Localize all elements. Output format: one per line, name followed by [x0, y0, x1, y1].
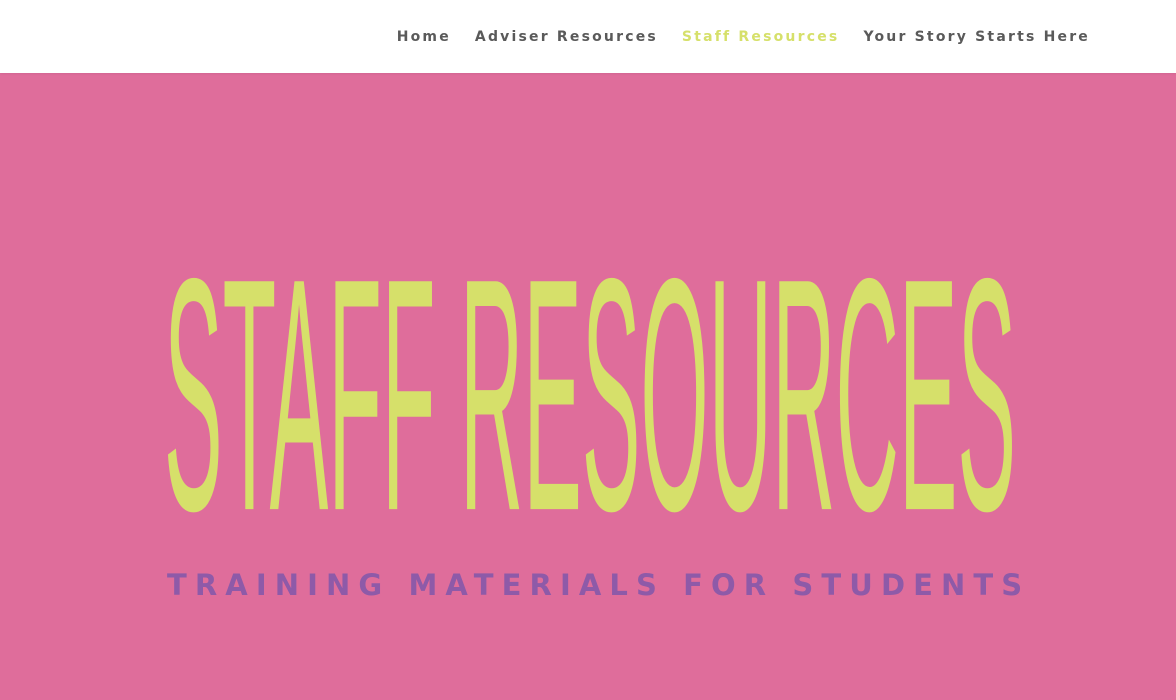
hero-banner: STAFF RESOURCES TRAINING MATERIALS FOR S…	[0, 73, 1176, 700]
nav-link-your-story-starts-here[interactable]: Your Story Starts Here	[863, 27, 1090, 47]
hero-title-graphic: STAFF RESOURCES	[164, 210, 1016, 547]
top-navigation-bar: Home Adviser Resources Staff Resources Y…	[0, 0, 1176, 73]
hero-title: STAFF RESOURCES	[164, 177, 1016, 547]
hero-subtitle: TRAINING MATERIALS FOR STUDENTS	[167, 568, 1031, 602]
nav-link-home[interactable]: Home	[397, 27, 451, 47]
hero-title-text: STAFF RESOURCES	[164, 210, 1016, 547]
nav-link-staff-resources[interactable]: Staff Resources	[682, 27, 840, 47]
main-menu: Home Adviser Resources Staff Resources Y…	[373, 27, 1090, 47]
nav-link-adviser-resources[interactable]: Adviser Resources	[475, 27, 658, 47]
